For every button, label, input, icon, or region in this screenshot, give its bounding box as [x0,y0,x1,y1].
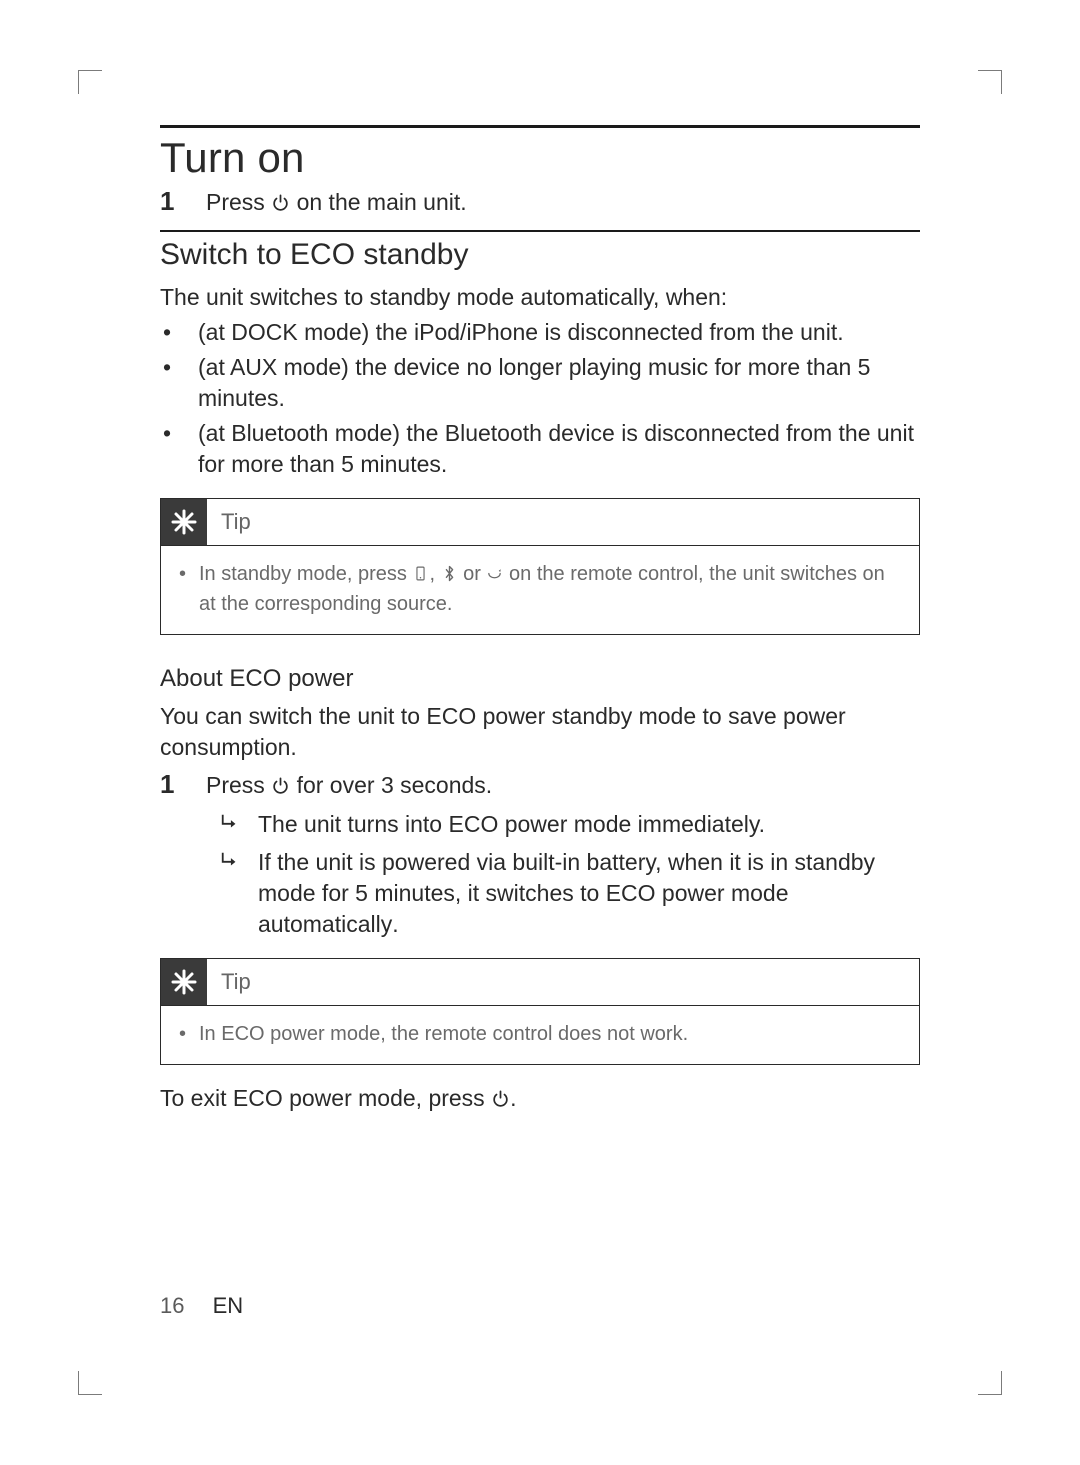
result-list: The unit turns into ECO power mode immed… [220,809,920,939]
step-number: 1 [160,769,178,800]
list-item-text: The unit turns into ECO power mode immed… [258,809,920,840]
tip-text: • In ECO power mode, the remote control … [179,1020,901,1048]
section-heading: Turn on [160,134,920,182]
page-footer: 16 EN [160,1293,243,1319]
bullet-icon: • [179,1020,189,1048]
rule-subheading [160,230,920,232]
page-number: 16 [160,1293,184,1318]
tip-body: • In standby mode, press , or on the rem… [161,545,919,634]
tip-box-2: Tip • In ECO power mode, the remote cont… [160,958,920,1065]
step-text-prefix: Press [206,772,271,798]
tip-text-mid1: , [429,563,440,585]
list-item: • (at Bluetooth mode) the Bluetooth devic… [160,418,920,480]
tip-text-mid2: or [458,563,487,585]
text-prefix: If the unit is powered via built-in batt… [258,849,875,906]
power-icon [271,772,290,803]
step-text-suffix: for over 3 seconds. [290,772,492,798]
list-item-text: (at Bluetooth mode) the Bluetooth device… [198,418,920,480]
step-text-prefix: Press [206,189,271,215]
aux-icon [486,562,503,590]
step-eco-1: 1 Press for over 3 seconds. [160,769,920,803]
page-content: Turn on 1 Press on the main unit. Switch… [160,125,920,1120]
about-heading: About ECO power [160,665,920,693]
tip-box-1: Tip • In standby mode, press , or on the… [160,498,920,635]
step-text-suffix: on the main unit. [290,189,466,215]
bullet-icon: • [160,418,174,480]
step-number: 1 [160,186,178,217]
subsection-heading: Switch to ECO standby [160,238,920,272]
text-suffix: . [392,911,398,937]
device-icon [412,562,429,590]
list-item-text: (at AUX mode) the device no longer playi… [198,352,920,414]
crop-mark-br [978,1371,1002,1395]
result-arrow-icon [220,809,244,840]
tip-header: Tip [161,959,919,1005]
bullet-icon: • [160,352,174,414]
tip-text-content: In ECO power mode, the remote control do… [199,1020,901,1048]
rule-heading [160,125,920,128]
tip-label: Tip [221,969,251,995]
bullet-icon: • [160,317,174,348]
exit-paragraph: To exit ECO power mode, press . [160,1083,920,1116]
crop-mark-bl [78,1371,102,1395]
list-item: • (at AUX mode) the device no longer play… [160,352,920,414]
tip-text-prefix: In standby mode, press [199,563,412,585]
list-item: The unit turns into ECO power mode immed… [220,809,920,840]
power-icon [491,1085,510,1116]
asterisk-icon [161,959,207,1005]
list-item-text: If the unit is powered via built-in batt… [258,847,920,940]
text-bold: automatically [258,911,392,937]
list-item: • (at DOCK mode) the iPod/iPhone is disco… [160,317,920,348]
tip-text-content: In standby mode, press , or on the remot… [199,560,901,618]
power-icon [271,189,290,220]
step-text: Press on the main unit. [206,187,920,220]
step-1: 1 Press on the main unit. [160,186,920,220]
language-code: EN [213,1293,244,1318]
tip-text: • In standby mode, press , or on the rem… [179,560,901,618]
step-text: Press for over 3 seconds. [206,770,920,803]
list-item: If the unit is powered via built-in batt… [220,847,920,940]
asterisk-icon [161,499,207,545]
exit-suffix: . [510,1085,516,1111]
exit-prefix: To exit ECO power mode, press [160,1085,491,1111]
crop-mark-tl [78,70,102,94]
result-arrow-icon [220,847,244,940]
bluetooth-icon [441,562,458,590]
list-item-text: (at DOCK mode) the iPod/iPhone is discon… [198,317,920,348]
tip-label: Tip [221,509,251,535]
conditions-list: • (at DOCK mode) the iPod/iPhone is disco… [160,317,920,480]
crop-mark-tr [978,70,1002,94]
tip-header: Tip [161,499,919,545]
tip-body: • In ECO power mode, the remote control … [161,1005,919,1064]
bullet-icon: • [179,560,189,618]
about-paragraph: You can switch the unit to ECO power sta… [160,701,920,763]
intro-paragraph: The unit switches to standby mode automa… [160,282,920,313]
